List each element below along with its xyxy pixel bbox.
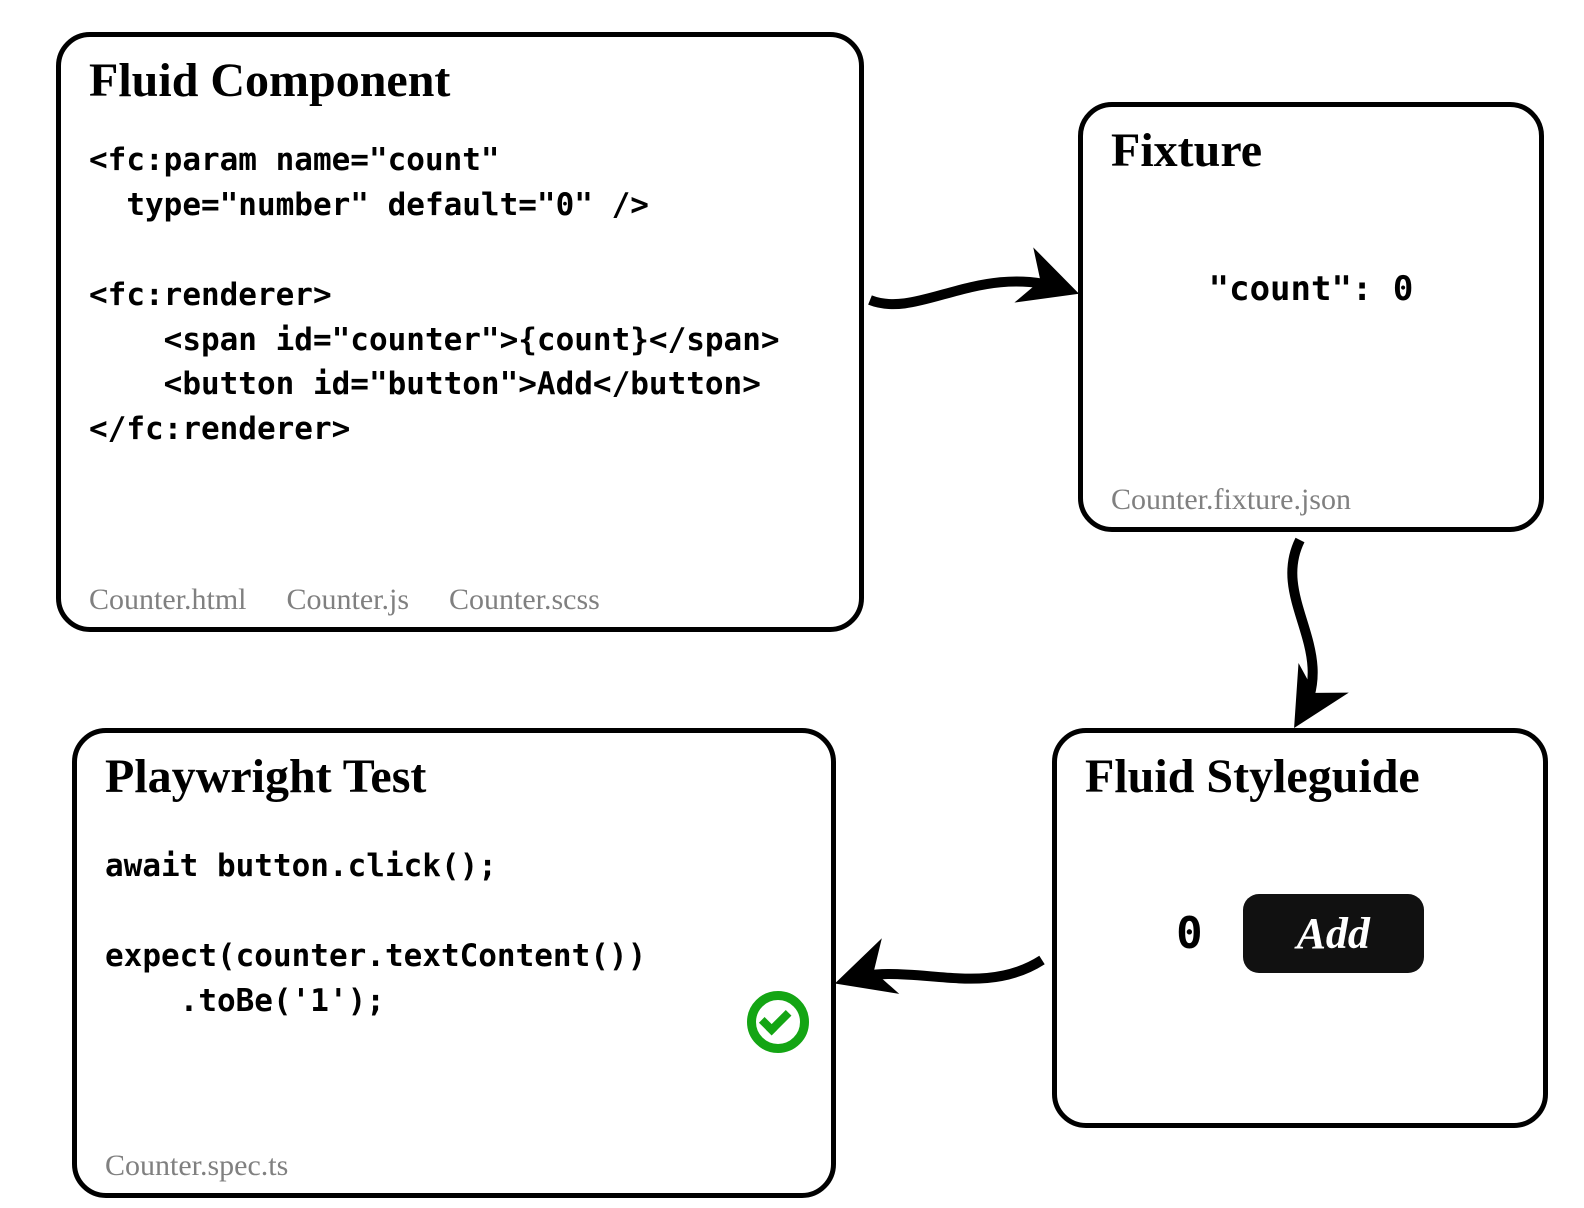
fluid-styleguide-title: Fluid Styleguide <box>1085 751 1515 804</box>
arrow-component-to-fixture <box>870 281 1068 304</box>
arrow-fixture-to-styleguide <box>1292 540 1312 718</box>
playwright-test-title: Playwright Test <box>105 751 803 804</box>
fixture-files: Counter.fixture.json <box>1111 483 1511 517</box>
fluid-component-box: Fluid Component <fc:param name="count" t… <box>56 32 864 632</box>
fluid-component-title: Fluid Component <box>89 55 831 108</box>
playwright-test-code: await button.click(); expect(counter.tex… <box>105 844 803 1024</box>
fixture-box: Fixture "count": 0 Counter.fixture.json <box>1078 102 1544 532</box>
file-label: Counter.fixture.json <box>1111 483 1351 517</box>
playwright-test-box: Playwright Test await button.click(); ex… <box>72 728 836 1198</box>
arrow-styleguide-to-playwright <box>846 960 1042 980</box>
fixture-code: "count": 0 <box>1209 265 1414 314</box>
file-label: Counter.js <box>287 583 410 617</box>
playwright-test-files: Counter.spec.ts <box>105 1149 803 1183</box>
file-label: Counter.scss <box>449 583 600 617</box>
file-label: Counter.spec.ts <box>105 1149 288 1183</box>
styleguide-add-button[interactable]: Add <box>1243 894 1424 973</box>
file-label: Counter.html <box>89 583 247 617</box>
fluid-component-code: <fc:param name="count" type="number" def… <box>89 138 831 453</box>
fixture-title: Fixture <box>1111 125 1511 178</box>
fluid-component-files: Counter.html Counter.js Counter.scss <box>89 583 831 617</box>
test-pass-icon <box>747 991 809 1053</box>
styleguide-counter-value: 0 <box>1176 908 1203 959</box>
fluid-styleguide-box: Fluid Styleguide 0 Add <box>1052 728 1548 1128</box>
